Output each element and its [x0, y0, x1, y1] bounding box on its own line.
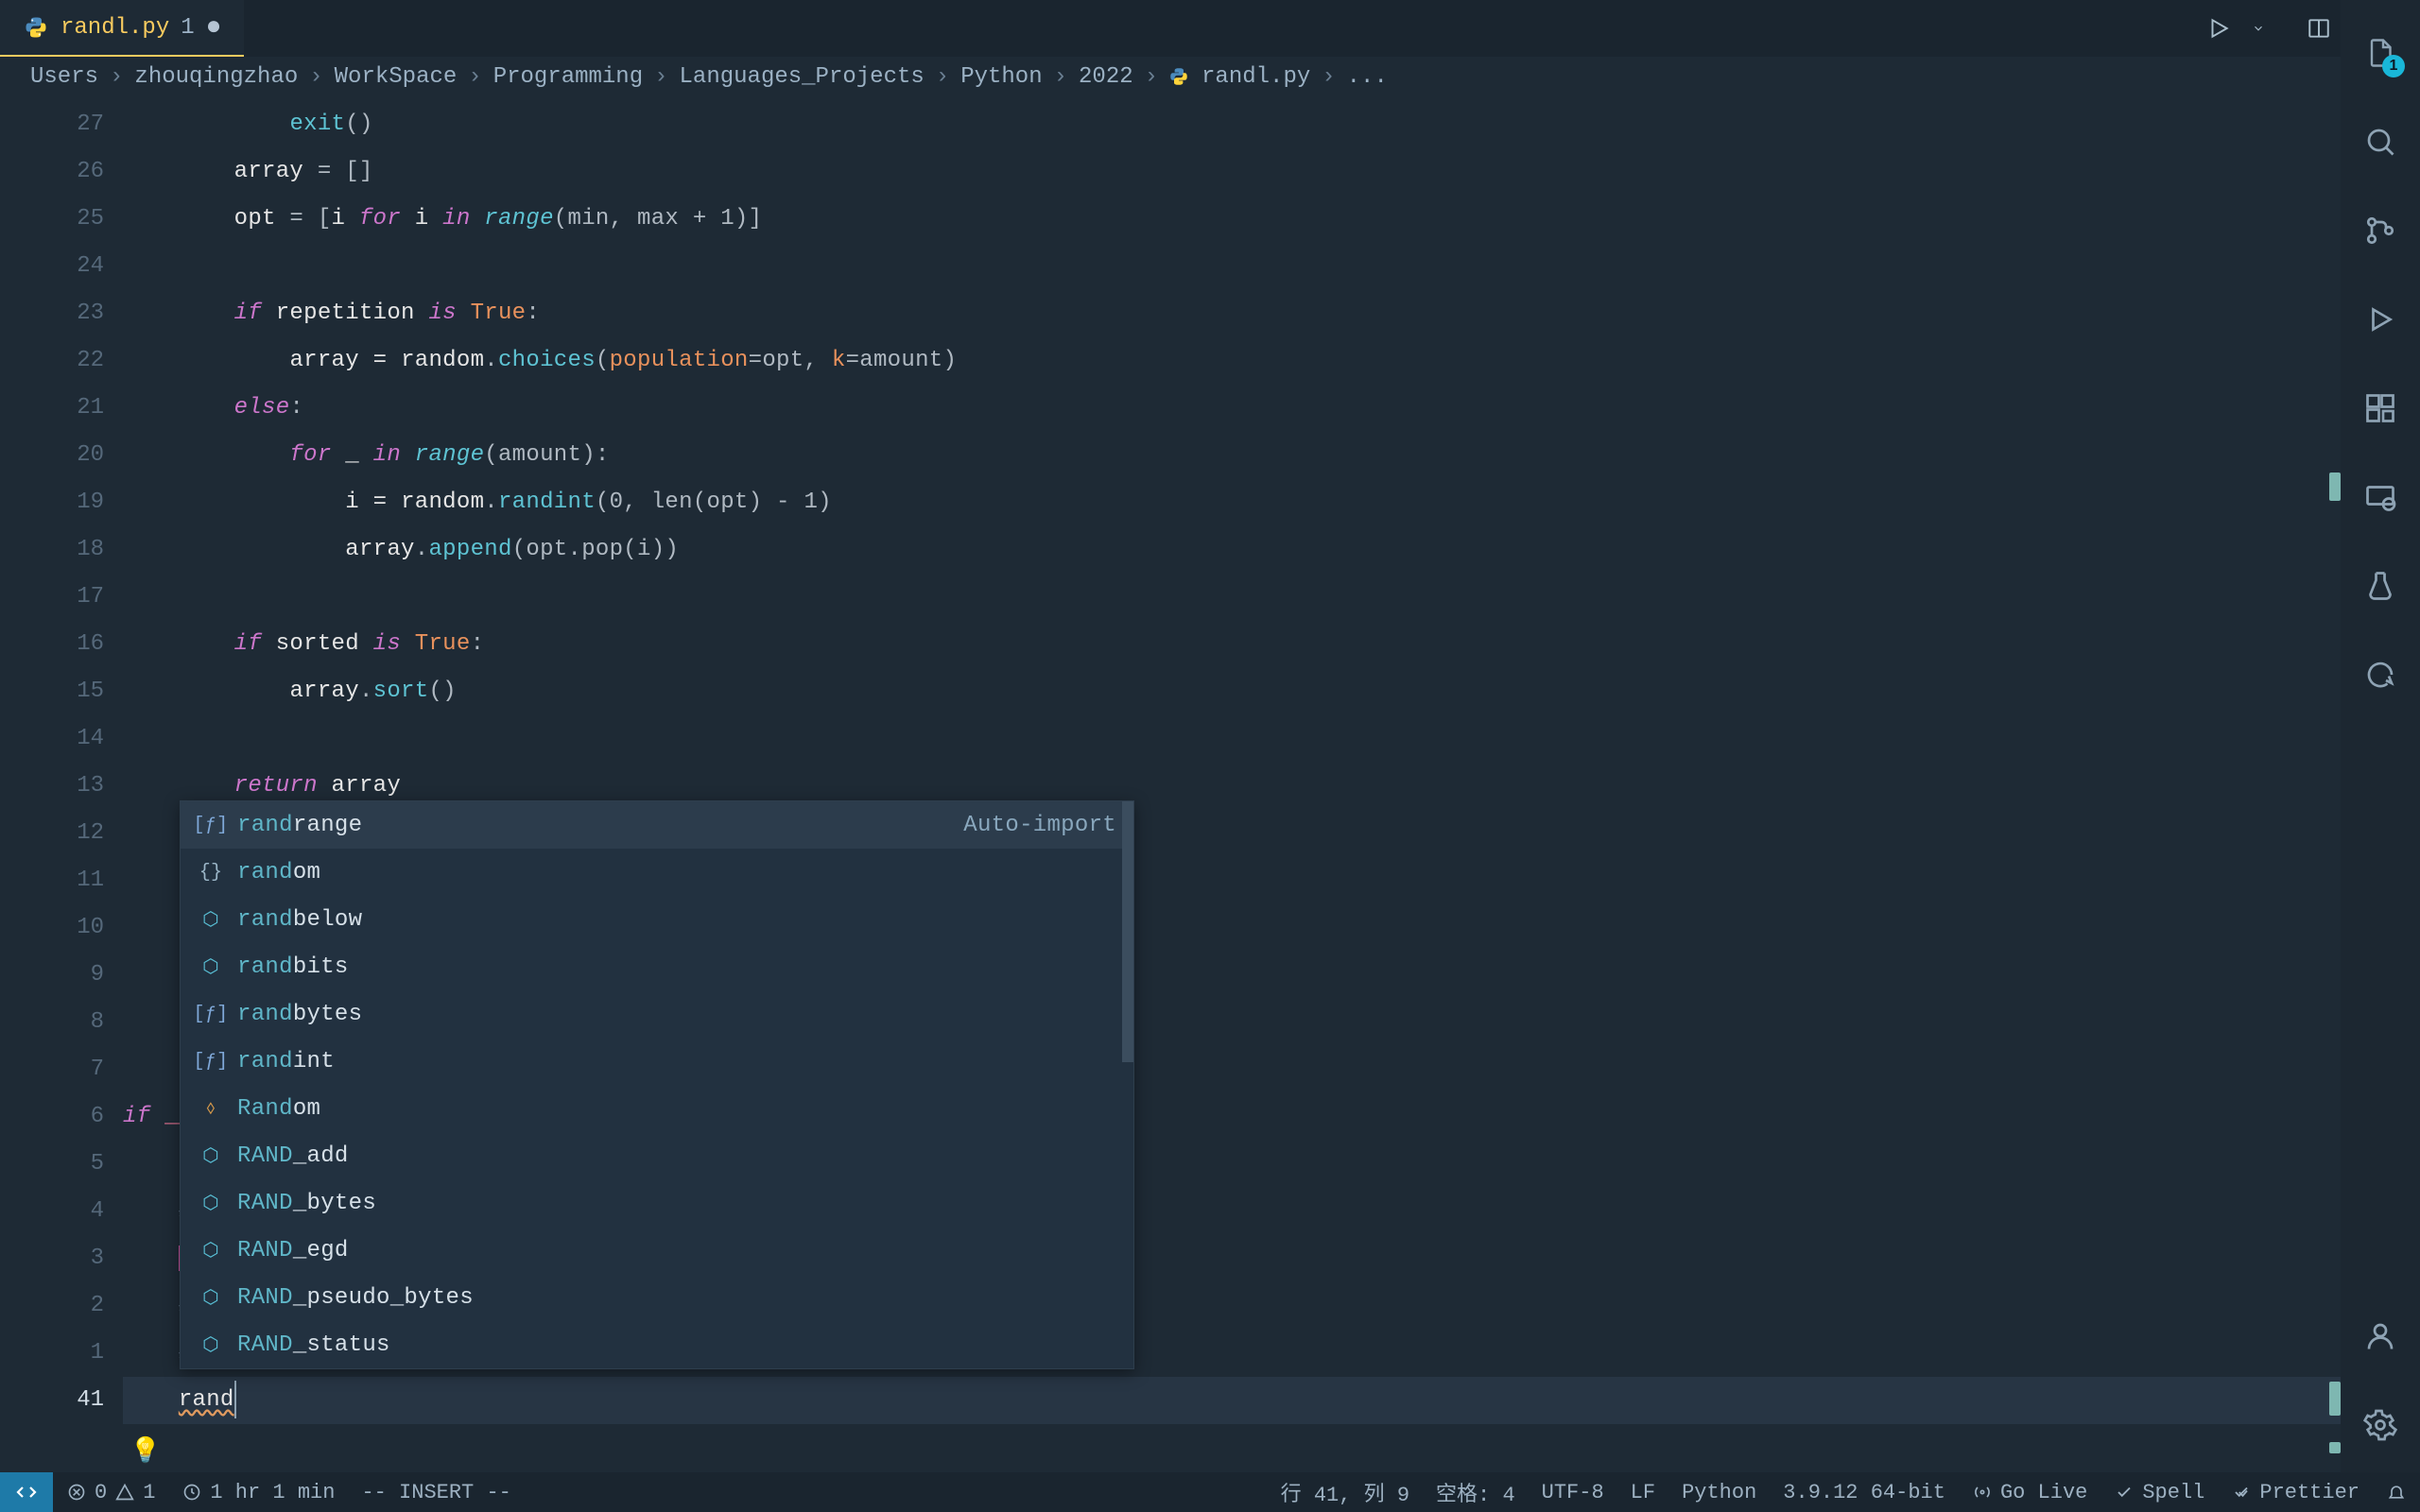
autocomplete-item[interactable]: ⬡randbelow: [181, 896, 1133, 943]
broadcast-icon: [1972, 1482, 1993, 1503]
extensions-icon[interactable]: [2361, 389, 2399, 427]
autocomplete-item[interactable]: ⬨Random: [181, 1085, 1133, 1132]
function-icon: [ƒ]: [198, 1051, 224, 1073]
variable-icon: ⬡: [198, 1143, 224, 1168]
go-live[interactable]: Go Live: [1959, 1477, 2100, 1507]
check-icon: [2114, 1482, 2135, 1503]
account-icon[interactable]: [2361, 1317, 2399, 1355]
autocomplete-item[interactable]: ⬡randbits: [181, 943, 1133, 990]
check-icon: [2231, 1482, 2252, 1503]
vim-mode: -- INSERT --: [348, 1481, 524, 1504]
error-icon: [66, 1482, 87, 1503]
autocomplete-scrollbar[interactable]: [1122, 801, 1133, 1062]
python-icon: [23, 14, 49, 41]
autocomplete-item[interactable]: [ƒ]randbytes: [181, 990, 1133, 1038]
encoding[interactable]: UTF-8: [1529, 1477, 1617, 1507]
autocomplete-item[interactable]: [ƒ] randrange Auto-import: [181, 801, 1133, 849]
variable-icon: ⬡: [198, 1191, 224, 1215]
tab-dirty-indicator: ●: [206, 13, 222, 43]
sync-icon[interactable]: [2361, 656, 2399, 694]
split-editor-icon[interactable]: [2305, 14, 2333, 43]
editor[interactable]: 27 26 25 24 23 22 21 20 19 18 17 16 15 1…: [0, 101, 2420, 1475]
spell-check[interactable]: Spell: [2100, 1477, 2218, 1507]
chevron-down-icon[interactable]: [2244, 14, 2273, 43]
source-control-icon[interactable]: [2361, 212, 2399, 249]
autocomplete-item[interactable]: ⬡RAND_egd: [181, 1227, 1133, 1274]
function-icon: [ƒ]: [198, 815, 224, 836]
python-icon: [1169, 67, 1190, 88]
variable-icon: ⬡: [198, 907, 224, 932]
autocomplete-item[interactable]: [ƒ]randint: [181, 1038, 1133, 1085]
activity-bar: 1: [2341, 0, 2420, 1472]
variable-icon: ⬡: [198, 1285, 224, 1310]
autocomplete-detail: Auto-import: [963, 813, 1116, 838]
crumb[interactable]: zhouqingzhao: [134, 64, 298, 90]
crumb[interactable]: Programming: [493, 64, 643, 90]
editor-tab[interactable]: randl.py 1 ●: [0, 0, 244, 57]
tab-badge: 1: [181, 15, 194, 41]
module-icon: {}: [198, 862, 224, 884]
autocomplete-item[interactable]: {}random: [181, 849, 1133, 896]
prettier[interactable]: Prettier: [2218, 1477, 2373, 1507]
variable-icon: ⬡: [198, 954, 224, 979]
class-icon: ⬨: [198, 1097, 224, 1120]
crumb[interactable]: Languages_Projects: [680, 64, 925, 90]
autocomplete-item[interactable]: ⬡RAND_pseudo_bytes: [181, 1274, 1133, 1321]
testing-icon[interactable]: [2361, 567, 2399, 605]
crumb[interactable]: ...: [1347, 64, 1388, 90]
run-debug-icon[interactable]: [2361, 301, 2399, 338]
language-mode[interactable]: Python: [1668, 1477, 1770, 1507]
text-cursor: [234, 1381, 236, 1418]
explorer-badge: 1: [2382, 55, 2405, 77]
minimap[interactable]: [2312, 94, 2341, 1472]
warning-icon: [114, 1482, 135, 1503]
autocomplete-item[interactable]: ⬡RAND_bytes: [181, 1179, 1133, 1227]
remote-explorer-icon[interactable]: [2361, 478, 2399, 516]
run-icon[interactable]: [2204, 14, 2233, 43]
crumb[interactable]: Users: [30, 64, 98, 90]
remote-indicator[interactable]: [0, 1472, 53, 1512]
eol[interactable]: LF: [1617, 1477, 1668, 1507]
code-area[interactable]: exit() array = [] opt = [i for i in rang…: [123, 101, 2420, 1475]
variable-icon: ⬡: [198, 1238, 224, 1263]
crumb[interactable]: Python: [960, 64, 1042, 90]
explorer-icon[interactable]: 1: [2361, 34, 2399, 72]
breadcrumb[interactable]: Users› zhouqingzhao› WorkSpace› Programm…: [0, 57, 2420, 101]
cursor-position[interactable]: 行 41, 列 9: [1268, 1477, 1423, 1507]
autocomplete-item[interactable]: ⬡RAND_status: [181, 1321, 1133, 1368]
bell-icon: [2386, 1482, 2407, 1503]
search-icon[interactable]: [2361, 123, 2399, 161]
crumb[interactable]: randl.py: [1201, 64, 1310, 90]
line-number-gutter: 27 26 25 24 23 22 21 20 19 18 17 16 15 1…: [0, 101, 123, 1475]
crumb[interactable]: WorkSpace: [335, 64, 458, 90]
wakatime-indicator[interactable]: 1 hr 1 min: [168, 1481, 348, 1504]
tab-filename: randl.py: [60, 15, 169, 41]
status-bar: 0 1 1 hr 1 min -- INSERT -- 行 41, 列 9 空格…: [0, 1472, 2420, 1512]
autocomplete-popup[interactable]: [ƒ] randrange Auto-import {}random ⬡rand…: [180, 800, 1134, 1369]
clock-icon: [182, 1482, 202, 1503]
python-interpreter[interactable]: 3.9.12 64-bit: [1770, 1477, 1959, 1507]
crumb[interactable]: 2022: [1079, 64, 1133, 90]
problems-indicator[interactable]: 0 1: [53, 1481, 168, 1504]
notifications[interactable]: [2373, 1477, 2420, 1507]
variable-icon: ⬡: [198, 1332, 224, 1357]
tab-bar: randl.py 1 ●: [0, 0, 2420, 57]
function-icon: [ƒ]: [198, 1004, 224, 1025]
indentation[interactable]: 空格: 4: [1423, 1477, 1529, 1507]
gear-icon[interactable]: [2361, 1406, 2399, 1444]
autocomplete-item[interactable]: ⬡RAND_add: [181, 1132, 1133, 1179]
